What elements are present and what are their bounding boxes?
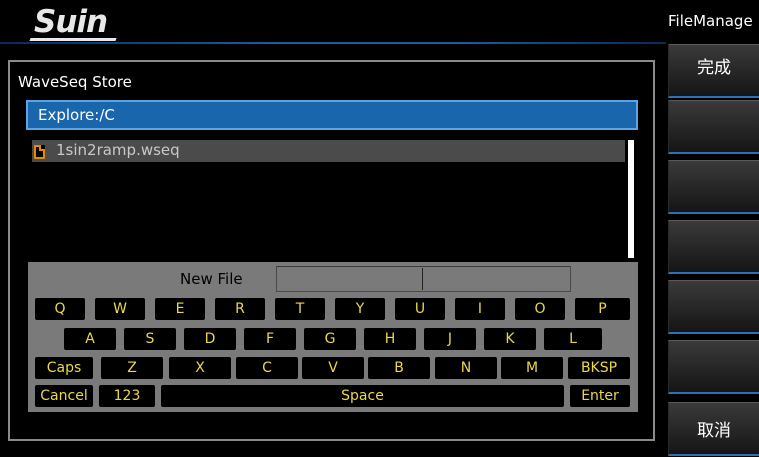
key-g[interactable]: G xyxy=(304,328,356,350)
menu-title: FileManage xyxy=(668,12,753,30)
softkey-6[interactable] xyxy=(668,340,759,394)
key-k[interactable]: K xyxy=(484,328,536,350)
key-x[interactable]: X xyxy=(169,357,231,379)
key-c[interactable]: C xyxy=(236,357,298,379)
new-file-name-input[interactable] xyxy=(276,266,571,292)
logo-underline xyxy=(29,38,117,41)
key-i[interactable]: I xyxy=(455,298,505,320)
key-enter[interactable]: Enter xyxy=(570,385,630,407)
softkey-4[interactable] xyxy=(668,220,759,274)
key-caps[interactable]: Caps xyxy=(35,357,93,379)
key-backspace[interactable]: BKSP xyxy=(568,357,630,379)
key-h[interactable]: H xyxy=(364,328,416,350)
brand-logo: Suin xyxy=(34,4,108,40)
key-q[interactable]: Q xyxy=(35,298,85,320)
key-w[interactable]: W xyxy=(95,298,145,320)
key-cancel[interactable]: Cancel xyxy=(35,385,93,407)
key-space[interactable]: Space xyxy=(161,385,564,407)
file-list-scrollbar[interactable] xyxy=(628,140,634,258)
softkey-3[interactable] xyxy=(668,160,759,214)
softkey-5[interactable] xyxy=(668,280,759,334)
key-z[interactable]: Z xyxy=(101,357,163,379)
text-cursor xyxy=(422,268,423,290)
key-f[interactable]: F xyxy=(244,328,296,350)
key-a[interactable]: A xyxy=(64,328,116,350)
new-file-label: New File xyxy=(180,270,243,288)
file-icon xyxy=(34,145,45,159)
key-y[interactable]: Y xyxy=(335,298,385,320)
key-u[interactable]: U xyxy=(395,298,445,320)
dialog-title: WaveSeq Store xyxy=(18,73,132,91)
key-s[interactable]: S xyxy=(124,328,176,350)
key-o[interactable]: O xyxy=(515,298,565,320)
key-123[interactable]: 123 xyxy=(99,385,155,407)
softkey-done[interactable]: 完成 xyxy=(668,44,759,98)
key-t[interactable]: T xyxy=(275,298,325,320)
key-m[interactable]: M xyxy=(501,357,563,379)
key-b[interactable]: B xyxy=(368,357,430,379)
header-divider xyxy=(0,42,666,44)
key-v[interactable]: V xyxy=(302,357,364,379)
file-list-item[interactable]: 1sin2ramp.wseq xyxy=(32,140,625,162)
key-l[interactable]: L xyxy=(544,328,602,350)
key-e[interactable]: E xyxy=(155,298,205,320)
header-bar: Suin xyxy=(0,0,666,44)
key-n[interactable]: N xyxy=(435,357,497,379)
softkey-2[interactable] xyxy=(668,100,759,154)
key-d[interactable]: D xyxy=(184,328,236,350)
key-p[interactable]: P xyxy=(575,298,630,320)
explore-path-bar[interactable]: Explore:/C xyxy=(26,100,638,130)
key-r[interactable]: R xyxy=(215,298,265,320)
key-j[interactable]: J xyxy=(424,328,476,350)
softkey-cancel[interactable]: 取消 xyxy=(668,402,759,456)
